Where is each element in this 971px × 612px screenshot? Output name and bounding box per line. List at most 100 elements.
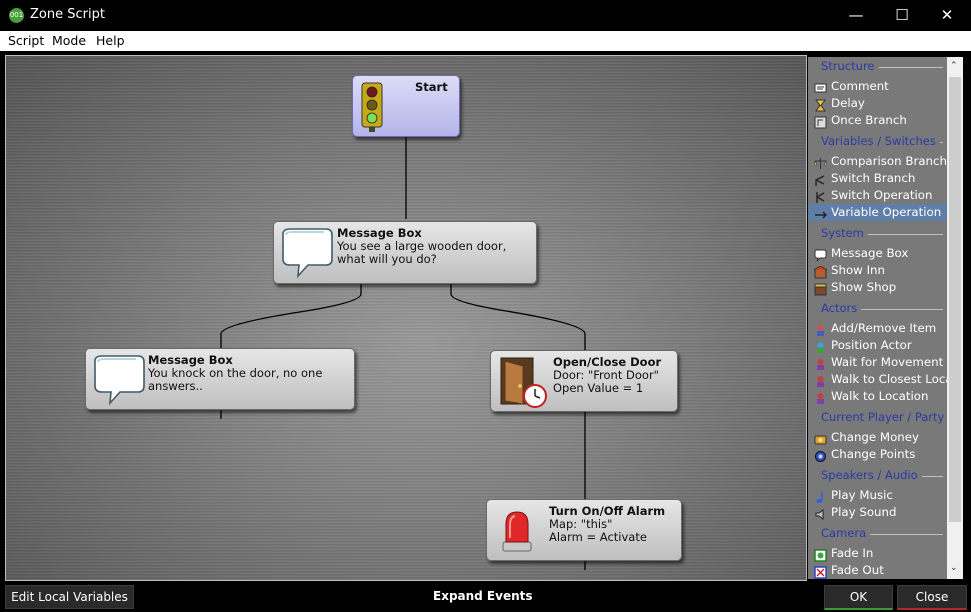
palette-item[interactable]: Fade In (808, 545, 947, 562)
palette-item[interactable]: Show Inn (808, 262, 947, 279)
music-note-icon (814, 489, 827, 503)
palette-item[interactable]: Switch Branch (808, 170, 947, 187)
palette-item[interactable]: Comment (808, 78, 947, 95)
palette-category-header: Camera (821, 526, 943, 542)
palette-item[interactable]: Walk to Closest Loca (808, 371, 947, 388)
palette-category-header: Speakers / Audio (821, 468, 943, 484)
palette-category-label: Variables / Switches (821, 134, 936, 148)
scroll-up-arrow-icon[interactable]: ⌃ (950, 61, 958, 71)
palette-item-label: Switch Operation (831, 188, 933, 202)
close-window-button[interactable]: ✕ (924, 0, 970, 31)
palette-item-label: Walk to Closest Loca (831, 372, 947, 386)
window-title: Zone Script (30, 7, 105, 22)
message-box-node-1[interactable]: Message Box You see a large wooden door,… (273, 221, 537, 284)
speech-bubble-icon (278, 226, 336, 282)
palette-category-label: Speakers / Audio (821, 468, 918, 482)
palette-item[interactable]: Delay (808, 95, 947, 112)
title-bar: 001 Zone Script — ☐ ✕ (0, 0, 971, 31)
minimize-button[interactable]: — (833, 0, 879, 31)
palette-item[interactable]: Add/Remove Item (808, 320, 947, 337)
start-node-title: Start (415, 80, 448, 94)
speech-bubble-icon (90, 353, 148, 409)
palette-item[interactable]: Message Box (808, 245, 947, 262)
palette-item[interactable]: Play Music (808, 487, 947, 504)
palette-category-label: Actors (821, 301, 858, 315)
item-icon (814, 322, 827, 336)
door-node-text: Door: "Front Door" (553, 368, 659, 382)
palette-item[interactable]: Fade Out (808, 562, 947, 579)
palette-item-label: Add/Remove Item (831, 321, 937, 335)
message-box-text: answers.. (148, 379, 203, 393)
palette-category-label: Structure (821, 59, 875, 73)
door-node-text: Open Value = 1 (553, 381, 644, 395)
fade-out-icon (814, 564, 827, 579)
palette-item-label: Delay (831, 96, 865, 110)
palette-item-label: Walk to Location (831, 389, 929, 403)
palette-item-label: Fade Out (831, 563, 884, 577)
palette-item[interactable]: Walk to Location (808, 388, 947, 405)
palette-category-header: Current Player / Party (821, 410, 944, 426)
script-canvas[interactable]: Start Message Box You see a large wooden… (5, 55, 807, 581)
palette-item-label: Change Money (831, 430, 920, 444)
open-close-door-node[interactable]: Open/Close Door Door: "Front Door" Open … (490, 350, 678, 412)
palette-item[interactable]: Position Actor (808, 337, 947, 354)
scrollbar-thumb[interactable] (949, 77, 961, 522)
palette-item-label: Wait for Movement (831, 355, 944, 369)
palette-item-label: Comment (831, 79, 889, 93)
fade-in-icon (814, 547, 827, 562)
scroll-down-arrow-icon[interactable]: ⌄ (950, 563, 958, 573)
connector-message-left (220, 284, 362, 348)
palette-item[interactable]: Variable Operation (808, 204, 947, 221)
palette-scrollbar[interactable]: ⌃ ⌄ (947, 57, 963, 579)
app-icon: 001 (9, 8, 24, 23)
palette-item-label: Variable Operation (831, 205, 942, 219)
expand-events-toggle[interactable]: Expand Events (433, 589, 533, 603)
message-box-text: You see a large wooden door, (337, 239, 507, 253)
start-node[interactable]: Start (352, 75, 460, 137)
palette-item[interactable]: Wait for Movement (808, 354, 947, 371)
close-button[interactable]: Close (897, 585, 967, 610)
palette-category-header: Variables / Switches (821, 134, 943, 150)
variable-operation-icon (814, 206, 827, 219)
palette-item[interactable]: Play Sound (808, 504, 947, 521)
palette-item-label: Play Sound (831, 505, 897, 519)
palette-item[interactable]: Once Branch (808, 112, 947, 129)
palette-item[interactable]: Switch Operation (808, 187, 947, 204)
palette-category-header: Actors (821, 301, 943, 317)
palette-item-label: Switch Branch (831, 171, 916, 185)
once-branch-icon (814, 114, 827, 129)
ok-button[interactable]: OK (824, 585, 893, 610)
menu-script[interactable]: Script (8, 33, 44, 48)
palette-item[interactable]: Change Money (808, 429, 947, 446)
maximize-button[interactable]: ☐ (879, 0, 925, 31)
palette-item-label: Play Music (831, 488, 893, 502)
palette-item[interactable]: Change Points (808, 446, 947, 463)
walk-closest-icon (814, 373, 827, 387)
shop-icon (814, 281, 827, 296)
palette-item-label: Comparison Branch (831, 154, 947, 168)
category-divider (879, 67, 943, 68)
palette-item[interactable]: Comparison Branch (808, 153, 947, 170)
palette-item-label: Show Shop (831, 280, 897, 294)
message-box-node-2[interactable]: Message Box You knock on the door, no on… (85, 348, 355, 410)
palette-category-label: Current Player / Party (821, 410, 945, 424)
money-icon (814, 431, 827, 445)
switch-operation-icon (814, 189, 827, 203)
palette-item-label: Once Branch (831, 113, 907, 127)
menu-mode[interactable]: Mode (52, 33, 86, 48)
category-divider (870, 534, 943, 535)
edit-local-variables-button[interactable]: Edit Local Variables (5, 585, 134, 609)
alarm-node-title: Turn On/Off Alarm (549, 504, 666, 518)
palette-item-label: Message Box (831, 246, 909, 260)
menu-help[interactable]: Help (96, 33, 125, 48)
alarm-node[interactable]: Turn On/Off Alarm Map: "this" Alarm = Ac… (486, 499, 682, 561)
message-box-icon (814, 247, 827, 262)
category-divider (940, 142, 943, 143)
palette-item-label: Change Points (831, 447, 916, 461)
palette-item[interactable]: Show Shop (808, 279, 947, 296)
alarm-node-text: Alarm = Activate (549, 530, 647, 544)
category-divider (868, 234, 943, 235)
message-box-text: what will you do? (337, 252, 437, 266)
palette-category-header: Structure (821, 59, 943, 75)
event-palette[interactable]: Structure Comment Delay Once Branch Variable… (808, 57, 947, 579)
